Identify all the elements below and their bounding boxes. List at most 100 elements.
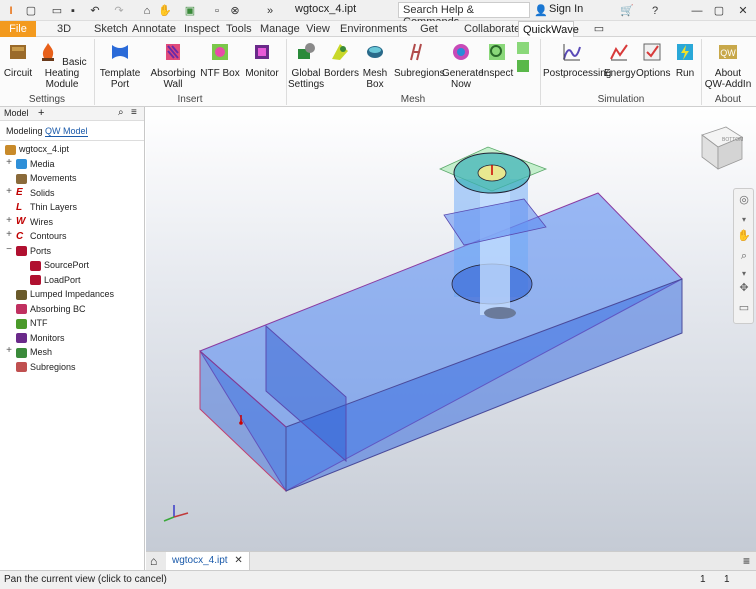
tree-item-loadport[interactable]: LoadPort bbox=[30, 273, 81, 287]
tree-item-wires[interactable]: W Wires bbox=[16, 215, 53, 229]
browser-add-tab-button[interactable]: + bbox=[38, 107, 44, 119]
tree-expander[interactable]: − bbox=[5, 244, 13, 255]
tree-item-solids[interactable]: E Solids bbox=[16, 186, 55, 200]
tree-item-media[interactable]: Media bbox=[16, 157, 55, 171]
look-at-icon[interactable]: ▭ bbox=[737, 301, 751, 315]
tab-annotate[interactable]: Annotate bbox=[128, 21, 178, 37]
close-tab-icon[interactable]: ✕ bbox=[234, 555, 242, 566]
tree-item-label: Movements bbox=[30, 173, 77, 183]
mesh-box-button[interactable]: Mesh Box bbox=[360, 41, 390, 90]
template-port-button[interactable]: Template Port bbox=[98, 41, 142, 90]
tree-item-sourceport[interactable]: SourcePort bbox=[30, 258, 89, 272]
run-button[interactable]: Run bbox=[672, 41, 698, 79]
tree-item-mesh[interactable]: Mesh bbox=[16, 345, 52, 359]
browser-menu-icon[interactable]: ≡ bbox=[131, 107, 137, 118]
energy-button[interactable]: Energy bbox=[604, 41, 636, 79]
tab-view[interactable]: View bbox=[302, 21, 334, 37]
basic-heating-button[interactable]: Basic Heating Module bbox=[34, 41, 90, 90]
circuit-icon bbox=[10, 45, 26, 59]
zoom-dropdown-icon[interactable]: ▾ bbox=[737, 267, 751, 281]
generate-now-button[interactable]: Generate Now bbox=[442, 41, 484, 90]
search-icon[interactable]: ⌕ bbox=[118, 107, 124, 118]
tree-item-monitors[interactable]: Monitors bbox=[16, 331, 65, 345]
search-input[interactable]: Search Help & Commands... bbox=[398, 2, 530, 28]
tree-item-absorbing-bc[interactable]: Absorbing BC bbox=[16, 302, 86, 316]
tree-item-movements[interactable]: Movements bbox=[16, 171, 77, 185]
tree-item-subregions[interactable]: Subregions bbox=[16, 360, 76, 374]
about-addin-button[interactable]: QW About QW-AddIn bbox=[704, 41, 752, 90]
document-tab[interactable]: wgtocx_4.ipt ✕ bbox=[166, 552, 250, 570]
new-file-icon[interactable]: ▢ bbox=[24, 3, 38, 18]
coax-inner bbox=[480, 175, 510, 315]
stop-icon[interactable]: ⊗ bbox=[228, 3, 242, 18]
tree-expander[interactable]: + bbox=[5, 186, 13, 197]
mesh-box-icon bbox=[367, 46, 383, 58]
tree-expander[interactable]: + bbox=[5, 215, 13, 226]
absorbing-wall-button[interactable]: Absorbing Wall bbox=[150, 41, 196, 90]
mesh-edit-icon bbox=[517, 60, 529, 72]
redo-icon[interactable]: ↷ bbox=[112, 3, 126, 18]
orbit-icon[interactable]: ✥ bbox=[737, 281, 751, 295]
ribbon-options-icon[interactable]: ▭ bbox=[588, 21, 610, 37]
tab-3d-model[interactable]: 3D Model bbox=[38, 21, 90, 51]
mesh-edit-small-button[interactable] bbox=[514, 59, 536, 76]
3d-viewport[interactable]: BOTTOM bbox=[146, 107, 756, 551]
tab-sketch[interactable]: Sketch bbox=[90, 21, 128, 37]
nav-dropdown-icon[interactable]: ▾ bbox=[737, 213, 751, 227]
postprocessing-button[interactable]: Postprocessing bbox=[543, 41, 611, 79]
steering-wheel-icon[interactable]: ◎ bbox=[737, 193, 751, 207]
tab-tools[interactable]: Tools bbox=[222, 21, 254, 37]
global-settings-button[interactable]: Global Settings bbox=[288, 41, 324, 90]
ntf-box-button[interactable]: NTF Box bbox=[200, 41, 240, 79]
return-icon[interactable]: ▫ bbox=[210, 3, 224, 18]
tree-item-wgtocx-4-ipt[interactable]: wgtocx_4.ipt bbox=[5, 142, 69, 156]
tree-item-lumped-impedances[interactable]: Lumped Impedances bbox=[16, 287, 114, 301]
user-icon[interactable]: 👤 bbox=[534, 3, 548, 18]
tabs-menu-icon[interactable]: ≡ bbox=[743, 554, 750, 568]
energy-icon bbox=[610, 44, 628, 61]
save-icon[interactable]: ▪ bbox=[66, 3, 80, 18]
tab-inspect[interactable]: Inspect bbox=[180, 21, 220, 37]
minimize-icon[interactable]: — bbox=[690, 3, 704, 18]
monitor-button[interactable]: Monitor bbox=[244, 41, 280, 79]
tree-item-ports[interactable]: Ports bbox=[16, 244, 51, 258]
tree-expander[interactable]: + bbox=[5, 229, 13, 240]
help-icon[interactable]: ? bbox=[648, 3, 662, 18]
update-icon[interactable]: ▣ bbox=[183, 3, 197, 18]
inspect-button[interactable]: Inspect bbox=[481, 41, 513, 79]
select-icon[interactable]: ✋ bbox=[158, 3, 172, 18]
tree-item-contours[interactable]: C Contours bbox=[16, 229, 67, 243]
tab-file[interactable]: File bbox=[0, 21, 36, 37]
tree-item-ntf[interactable]: NTF bbox=[16, 316, 48, 330]
home-icon[interactable]: ⌂ bbox=[140, 3, 154, 18]
zoom-icon[interactable]: ⌕ bbox=[737, 249, 751, 263]
tree-expander[interactable]: + bbox=[5, 345, 13, 356]
customize-icon[interactable]: » bbox=[263, 3, 277, 18]
app-logo-icon[interactable]: I bbox=[4, 3, 18, 18]
tab-qw-model[interactable]: QW Model bbox=[45, 126, 88, 137]
tree-item-label: Wires bbox=[30, 216, 53, 227]
borders-button[interactable]: Borders bbox=[324, 41, 359, 79]
maximize-icon[interactable]: ▢ bbox=[712, 3, 726, 18]
tab-get-started[interactable]: Get Started bbox=[401, 21, 457, 51]
undo-icon[interactable]: ↶ bbox=[88, 3, 102, 18]
close-icon[interactable]: ✕ bbox=[736, 3, 750, 18]
home-tab-icon[interactable]: ⌂ bbox=[150, 554, 157, 568]
cart-icon[interactable]: 🛒 bbox=[620, 3, 634, 18]
tab-modeling[interactable]: Modeling bbox=[6, 126, 43, 136]
sign-in-link[interactable]: Sign In bbox=[549, 3, 583, 15]
tree-item-thin-layers[interactable]: L Thin Layers bbox=[16, 200, 77, 214]
tab-environments[interactable]: Environments bbox=[336, 21, 407, 37]
viewcube[interactable]: BOTTOM bbox=[701, 126, 743, 170]
open-file-icon[interactable]: ▭ bbox=[50, 3, 64, 18]
pan-icon[interactable]: ✋ bbox=[737, 229, 751, 243]
tab-collaborate[interactable]: Collaborate bbox=[460, 21, 520, 37]
tab-quickwave[interactable]: QuickWave bbox=[518, 21, 579, 37]
svg-text:QW: QW bbox=[720, 48, 736, 58]
tree-expander[interactable]: + bbox=[5, 157, 13, 168]
mesh-view-small-button[interactable] bbox=[514, 41, 536, 58]
circuit-button[interactable]: Circuit bbox=[3, 41, 33, 79]
subregions-button[interactable]: Subregions bbox=[394, 41, 445, 79]
options-button[interactable]: Options bbox=[636, 41, 670, 79]
tab-manage[interactable]: Manage bbox=[256, 21, 300, 37]
